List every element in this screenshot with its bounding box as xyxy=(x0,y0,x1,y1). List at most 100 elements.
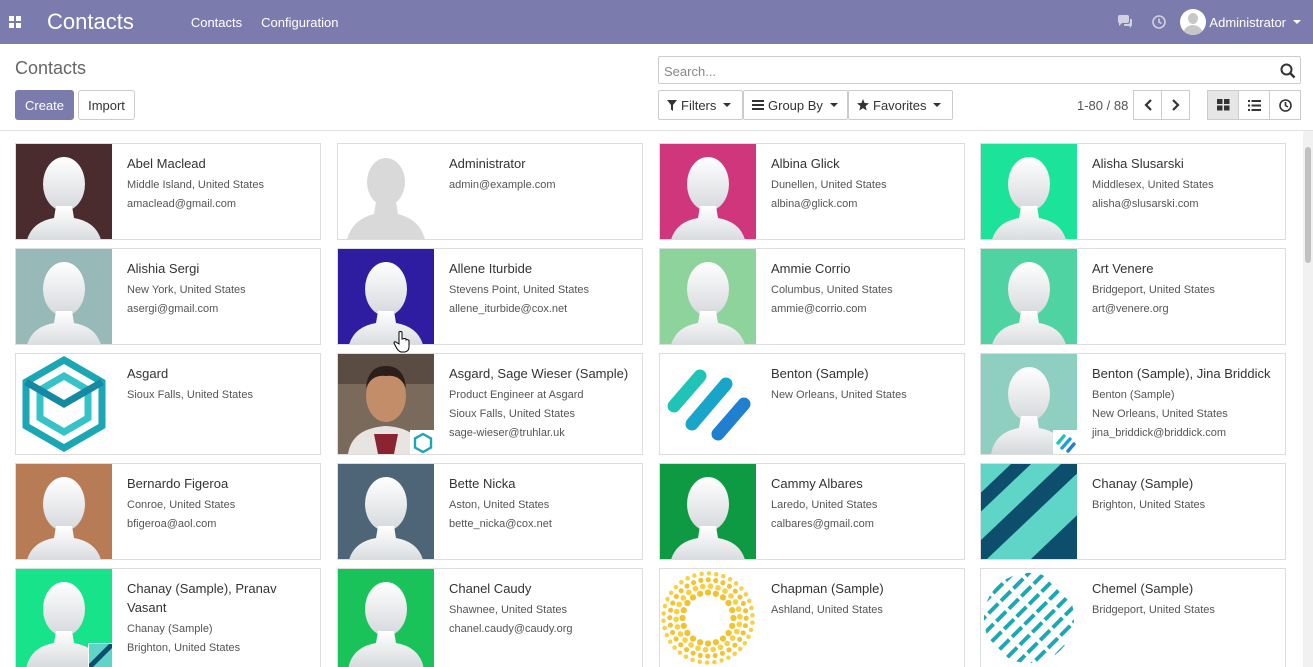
user-menu[interactable]: Administrator xyxy=(1180,9,1301,35)
contact-detail: Chanay (Sample) xyxy=(127,623,213,635)
contact-name: Chanay (Sample), Pranav Vasant xyxy=(127,581,277,615)
contact-detail: Product Engineer at Asgard xyxy=(449,389,584,401)
contact-detail: Brighton, United States xyxy=(1092,499,1206,511)
create-button[interactable]: Create xyxy=(15,90,74,120)
contact-detail: ammie@corrio.com xyxy=(771,303,867,315)
vertical-scrollbar[interactable] xyxy=(1303,131,1313,667)
contact-image xyxy=(16,249,112,344)
search-icon[interactable] xyxy=(1280,63,1296,79)
contact-detail: Bridgeport, United States xyxy=(1092,284,1215,296)
group-by-label: Group By xyxy=(768,97,823,113)
contact-name: Alishia Sergi xyxy=(127,261,200,276)
contact-card[interactable]: Administrator admin@example.com xyxy=(337,143,643,240)
contact-info: Administrator admin@example.com xyxy=(449,154,632,195)
contact-card[interactable]: Chanay (Sample) Brighton, United States xyxy=(980,463,1286,560)
contact-image xyxy=(16,354,112,454)
kanban-grid-icon xyxy=(1216,99,1229,111)
group-by-button[interactable]: Group By xyxy=(743,90,848,120)
chevron-left-icon xyxy=(1143,99,1152,111)
activity-clock-icon[interactable] xyxy=(1142,15,1176,29)
import-button[interactable]: Import xyxy=(78,90,135,120)
menu-item-contacts[interactable]: Contacts xyxy=(191,15,242,30)
contact-detail: allene_iturbide@cox.net xyxy=(449,303,568,315)
user-avatar xyxy=(1180,9,1207,35)
chat-icon[interactable] xyxy=(1108,15,1142,29)
contact-detail: Middlesex, United States xyxy=(1092,179,1214,191)
search-input[interactable] xyxy=(664,62,1264,80)
mouse-pointer-icon xyxy=(393,331,411,356)
contact-image xyxy=(338,464,434,559)
contact-name: Abel Maclead xyxy=(127,156,206,171)
pager-next-button[interactable] xyxy=(1161,90,1190,120)
caret-down-icon xyxy=(1293,20,1301,24)
filters-button[interactable]: Filters xyxy=(658,90,743,120)
list-view-button[interactable] xyxy=(1238,90,1270,120)
contact-info: Alisha Slusarski Middlesex, United States… xyxy=(1092,154,1275,214)
contact-name: Benton (Sample) xyxy=(771,366,869,381)
kanban-view-button[interactable] xyxy=(1207,90,1239,120)
contact-detail: bette_nicka@cox.net xyxy=(449,518,552,530)
contact-card[interactable]: Asgard, Sage Wieser (Sample) Product Engi… xyxy=(337,353,643,455)
favorites-button[interactable]: Favorites xyxy=(848,90,953,120)
menu-item-configuration[interactable]: Configuration xyxy=(261,15,338,30)
contact-name: Chanay (Sample) xyxy=(1092,476,1194,491)
activity-view-button[interactable] xyxy=(1269,90,1301,120)
contact-detail: Sioux Falls, United States xyxy=(449,408,575,420)
app-title[interactable]: Contacts xyxy=(47,9,134,35)
contact-info: Alishia Sergi New York, United States aser… xyxy=(127,259,310,319)
contact-card[interactable]: Benton (Sample), Jina Briddick Benton (Sa… xyxy=(980,353,1286,455)
contact-detail: New York, United States xyxy=(127,284,246,296)
contact-name: Benton (Sample), Jina Briddick xyxy=(1092,366,1271,381)
contact-card[interactable]: Ammie Corrio Columbus, United States ammie… xyxy=(659,248,965,345)
contact-card[interactable]: Art Venere Bridgeport, United States art@v… xyxy=(980,248,1286,345)
page-title: Contacts xyxy=(15,58,87,78)
contact-name: Cammy Albares xyxy=(771,476,863,491)
pager-previous-button[interactable] xyxy=(1133,90,1162,120)
contact-name: Alisha Slusarski xyxy=(1092,156,1184,171)
contact-card[interactable]: Alisha Slusarski Middlesex, United States… xyxy=(980,143,1286,240)
contact-name: Allene Iturbide xyxy=(449,261,533,276)
contact-name: Chanel Caudy xyxy=(449,581,532,596)
apps-menu-icon[interactable] xyxy=(0,0,30,44)
scrollbar-thumb[interactable] xyxy=(1305,147,1311,263)
contact-card[interactable]: Albina Glick Dunellen, United States albin… xyxy=(659,143,965,240)
contact-card[interactable]: Chanel Caudy Shawnee, United States chanel… xyxy=(337,568,643,667)
contact-image xyxy=(981,354,1077,454)
contact-card[interactable]: Chapman (Sample) Ashland, United States xyxy=(659,568,965,667)
contact-card[interactable]: Cammy Albares Laredo, United States calbar… xyxy=(659,463,965,560)
kanban-view: Abel Maclead Middle Island, United States… xyxy=(0,131,1301,667)
contact-detail: sage-wieser@truhlar.uk xyxy=(449,427,565,439)
contact-info: Asgard, Sage Wieser (Sample) Product Engi… xyxy=(449,364,632,443)
list-bars-icon xyxy=(752,100,764,110)
contact-detail: Brighton, United States xyxy=(127,642,241,654)
contact-info: Benton (Sample) New Orleans, United State… xyxy=(771,364,954,405)
contact-detail: Benton (Sample) xyxy=(1092,389,1175,401)
contact-image xyxy=(660,354,756,454)
pager-value[interactable]: 1-80 / 88 xyxy=(1077,98,1128,113)
contact-image xyxy=(981,144,1077,239)
contact-card[interactable]: Bernardo Figeroa Conroe, United States bfi… xyxy=(15,463,321,560)
caret-down-icon xyxy=(829,103,838,107)
main-menu: Contacts Configuration xyxy=(191,15,358,30)
contact-card[interactable]: Allene Iturbide Stevens Point, United Sta… xyxy=(337,248,643,345)
contact-name: Administrator xyxy=(449,156,526,171)
contact-card[interactable]: Benton (Sample) New Orleans, United State… xyxy=(659,353,965,455)
company-badge-icon xyxy=(1053,430,1077,454)
contact-detail: Aston, United States xyxy=(449,499,550,511)
contact-info: Ammie Corrio Columbus, United States ammie… xyxy=(771,259,954,319)
contact-name: Bette Nicka xyxy=(449,476,516,491)
contact-detail: Middle Island, United States xyxy=(127,179,264,191)
caret-down-icon xyxy=(723,103,732,107)
contact-card[interactable]: Bette Nicka Aston, United States bette_nic… xyxy=(337,463,643,560)
contact-image xyxy=(660,144,756,239)
contact-card[interactable]: Alishia Sergi New York, United States aser… xyxy=(15,248,321,345)
contact-info: Chapman (Sample) Ashland, United States xyxy=(771,579,954,620)
contact-image xyxy=(660,569,756,667)
contact-card[interactable]: Chanay (Sample), Pranav Vasant Chanay (Sa… xyxy=(15,568,321,667)
contact-card[interactable]: Chemel (Sample) Bridgeport, United States xyxy=(980,568,1286,667)
contact-card[interactable]: Abel Maclead Middle Island, United States… xyxy=(15,143,321,240)
contact-detail: admin@example.com xyxy=(449,179,556,191)
contact-card[interactable]: Asgard Sioux Falls, United States xyxy=(15,353,321,455)
contact-info: Chanay (Sample), Pranav Vasant Chanay (Sa… xyxy=(127,579,310,658)
contact-info: Cammy Albares Laredo, United States calbar… xyxy=(771,474,954,534)
